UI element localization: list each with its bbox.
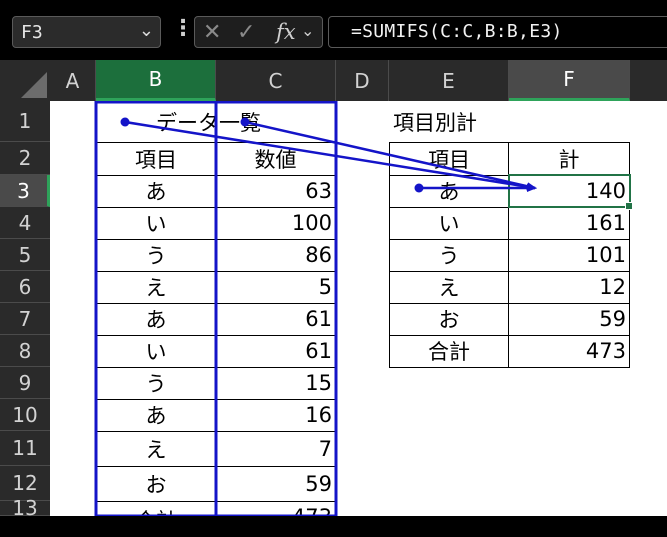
column-header-d[interactable]: D xyxy=(336,60,389,101)
column-header-g[interactable] xyxy=(630,60,667,101)
precedent-range-c xyxy=(214,101,338,516)
formula-input[interactable]: =SUMIFS(C:C,B:B,E3) xyxy=(328,16,667,48)
column-header-e[interactable]: E xyxy=(389,60,509,101)
name-box-value: F3 xyxy=(21,22,43,43)
worksheet-grid[interactable]: データ一覧 項目別計 項目 数値 あ 63 い 100 う 86 え 5 あ 6… xyxy=(50,101,667,537)
row-header-11[interactable]: 11 xyxy=(0,431,50,466)
row-header-10[interactable]: 10 xyxy=(0,399,50,431)
enter-check-icon[interactable]: ✓ xyxy=(237,20,255,45)
insert-function-button[interactable]: fx xyxy=(276,20,296,44)
column-header-c[interactable]: C xyxy=(216,60,336,101)
row-header-6[interactable]: 6 xyxy=(0,271,50,303)
column-header-a[interactable]: A xyxy=(50,60,96,101)
column-header-f[interactable]: F xyxy=(509,60,630,101)
row-header-3[interactable]: 3 xyxy=(0,175,50,207)
row-header-4[interactable]: 4 xyxy=(0,207,50,239)
chevron-down-icon[interactable]: ⌄ xyxy=(301,21,314,40)
formula-text: =SUMIFS(C:C,B:B,E3) xyxy=(351,21,563,42)
row-header-5[interactable]: 5 xyxy=(0,239,50,271)
column-header-b[interactable]: B xyxy=(96,60,216,101)
row-header-2[interactable]: 2 xyxy=(0,142,50,175)
select-all-triangle-icon xyxy=(21,72,47,98)
cancel-icon[interactable]: ✕ xyxy=(203,20,221,45)
chevron-down-icon[interactable]: ⌄ xyxy=(139,20,154,41)
name-box[interactable]: F3 ⌄ xyxy=(12,16,161,48)
row-header-7[interactable]: 7 xyxy=(0,303,50,335)
formula-bar: F3 ⌄ ⋮ ✕ ✓ fx ⌄ =SUMIFS(C:C,B:B,E3) xyxy=(0,0,667,60)
formula-controls: ✕ ✓ fx ⌄ xyxy=(194,16,323,48)
row-header-9[interactable]: 9 xyxy=(0,367,50,399)
more-options-icon[interactable]: ⋮ xyxy=(172,18,194,40)
precedent-range-b xyxy=(94,101,218,516)
trace-precedents-overlay xyxy=(94,101,537,516)
select-all-button[interactable] xyxy=(0,60,50,101)
row-header-13[interactable]: 13 xyxy=(0,498,50,518)
row-header-8[interactable]: 8 xyxy=(0,335,50,367)
trace-arrow-b xyxy=(124,120,537,191)
trace-arrow-c xyxy=(244,120,537,191)
row-header-1[interactable]: 1 xyxy=(0,101,50,142)
